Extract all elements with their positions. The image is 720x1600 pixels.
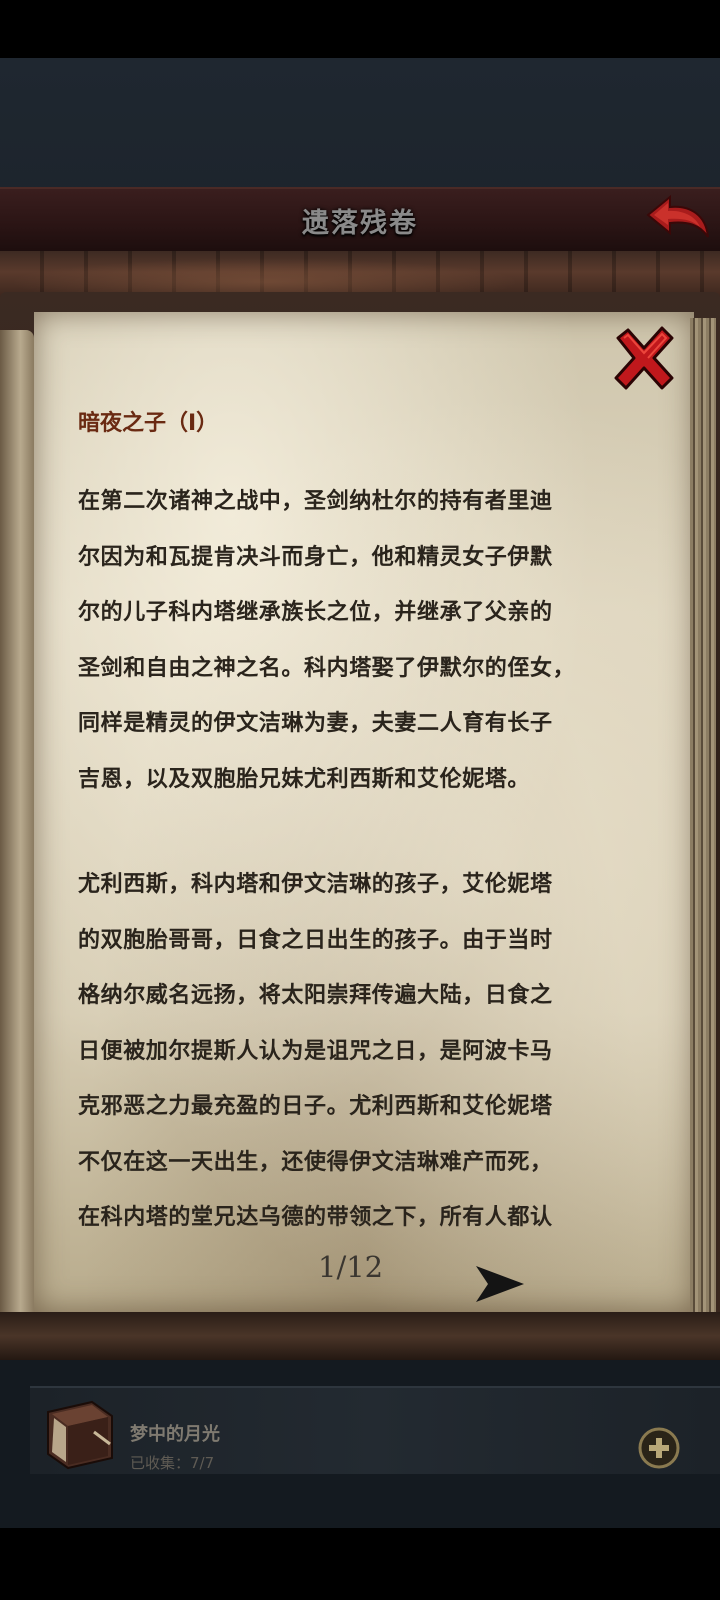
next-page-arrow-icon	[476, 1266, 524, 1302]
collection-progress: 已收集：7/7	[130, 1454, 215, 1472]
text-line: 同样是精灵的伊文洁琳为妻，夫妻二人育有长子	[78, 711, 553, 736]
text-line: 格纳尔威名远扬，将太阳崇拜传遍大陆，日食之	[78, 983, 553, 1008]
page-right-edge	[690, 318, 716, 1318]
collection-name: 梦中的月光	[130, 1424, 220, 1445]
book-icon	[42, 1396, 118, 1470]
text-line: 的双胞胎哥哥，日食之日出生的孩子。由于当时	[78, 927, 553, 953]
back-arrow-icon	[646, 194, 709, 238]
page-indicator: 1/12	[318, 1250, 384, 1284]
text-line: 圣剑和自由之神之名。科内塔娶了伊默尔的侄女，	[78, 655, 576, 681]
book-bottom-edge	[0, 1312, 720, 1360]
text-line: 在科内塔的堂兄达乌德的带领之下，所有人都认	[78, 1205, 553, 1230]
text-line: 日便被加尔提斯人认为是诅咒之日，是阿波卡马	[78, 1038, 553, 1064]
status-bar-area	[0, 0, 720, 58]
close-button[interactable]	[612, 326, 676, 390]
story-paragraph-2: 尤利西斯，科内塔和伊文洁琳的孩子，艾伦妮塔 的双胞胎哥哥，日食之日出生的孩子。由…	[78, 857, 658, 1246]
story-paragraph-1: 在第二次诸神之战中，圣剑纳杜尔的持有者里迪 尔因为和瓦提肯决斗而身亡，他和精灵女…	[78, 474, 658, 807]
text-line: 尔的儿子科内塔继承族长之位，并继承了父亲的	[78, 600, 553, 625]
text-line: 吉恩，以及双胞胎兄妹尤利西斯和艾伦妮塔。	[78, 766, 531, 792]
plus-circle-icon	[638, 1427, 680, 1469]
text-line: 尤利西斯，科内塔和伊文洁琳的孩子，艾伦妮塔	[78, 872, 553, 897]
page-left-edge	[0, 330, 34, 1320]
page-title: 遗落残卷	[302, 208, 418, 239]
add-button[interactable]	[638, 1427, 680, 1469]
close-x-icon	[614, 326, 674, 390]
text-line: 在第二次诸神之战中，圣剑纳杜尔的持有者里迪	[78, 489, 553, 514]
text-line: 不仅在这一天出生，还使得伊文洁琳难产而死，	[78, 1149, 553, 1175]
text-line: 尔因为和瓦提肯决斗而身亡，他和精灵女子伊默	[78, 544, 553, 570]
back-button[interactable]	[644, 193, 712, 245]
next-page-button[interactable]	[474, 1262, 526, 1306]
chapter-title: 暗夜之子（Ⅰ）	[78, 411, 219, 436]
header-bar: 遗落残卷	[0, 187, 720, 253]
text-line: 克邪恶之力最充盈的日子。尤利西斯和艾伦妮塔	[78, 1094, 553, 1119]
navigation-bar-area	[0, 1528, 720, 1600]
